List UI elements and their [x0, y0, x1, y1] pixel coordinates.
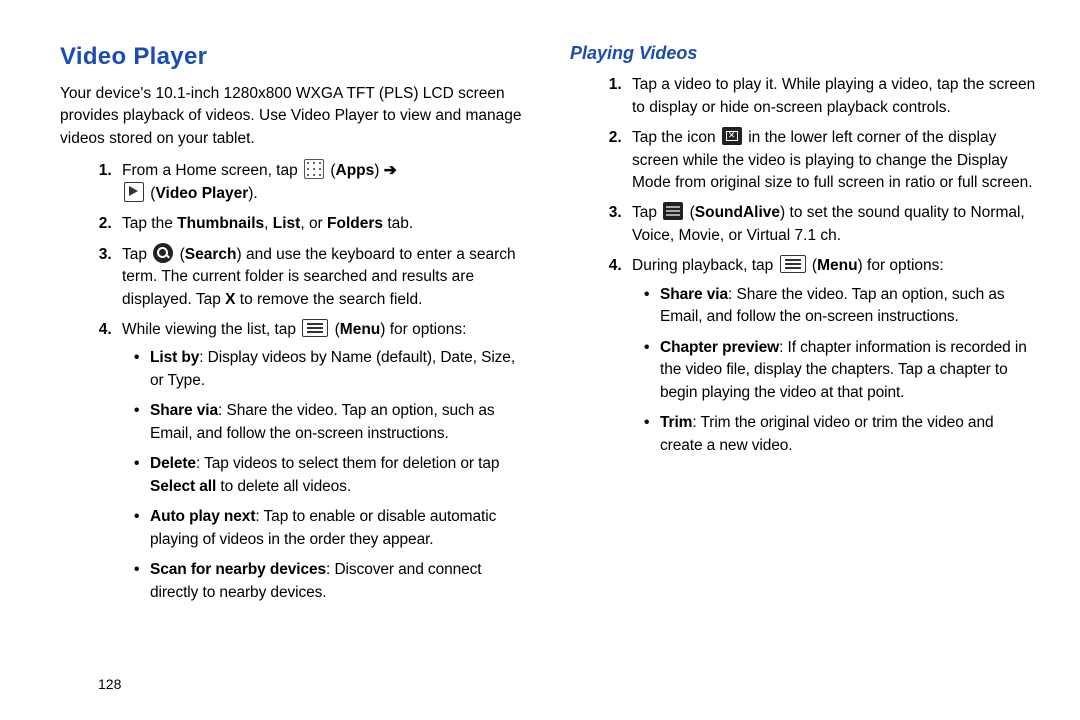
rstep-4: During playback, tap (Menu) for options:…: [626, 255, 1040, 457]
rstep-2: Tap the icon in the lower left corner of…: [626, 127, 1040, 194]
rb3a: Trim: [660, 414, 692, 431]
bullet-scan: Scan for nearby devices: Discover and co…: [138, 559, 530, 604]
display-mode-icon: [722, 127, 742, 145]
step-1: From a Home screen, tap (Apps) ➔ (Video …: [116, 160, 530, 205]
s4c: ) for options:: [380, 321, 466, 338]
s3d: to remove the search field.: [235, 291, 422, 308]
b3d: to delete all videos.: [216, 478, 351, 495]
r4c: ) for options:: [858, 257, 944, 274]
menu-icon-2: [780, 255, 806, 273]
rstep-1: Tap a video to play it. While playing a …: [626, 74, 1040, 119]
video-player-icon: [124, 182, 144, 202]
s3a: Tap: [122, 246, 151, 263]
left-steps: From a Home screen, tap (Apps) ➔ (Video …: [60, 160, 530, 604]
s2c: ,: [264, 215, 273, 232]
manual-page: Video Player Your device's 10.1-inch 128…: [0, 0, 1080, 720]
b3c: Select all: [150, 478, 216, 495]
menu-icon: [302, 319, 328, 337]
rbullet-trim: Trim: Trim the original video or trim th…: [648, 412, 1040, 457]
s4a: While viewing the list, tap: [122, 321, 300, 338]
bullet-auto-play: Auto play next: Tap to enable or disable…: [138, 506, 530, 551]
step-3: Tap (Search) and use the keyboard to ent…: [116, 244, 530, 311]
search-icon: [153, 243, 173, 263]
b3a: Delete: [150, 455, 196, 472]
menu-label: Menu: [340, 321, 380, 338]
s2e: , or: [300, 215, 327, 232]
subsection-title: Playing Videos: [570, 40, 1040, 66]
apps-icon: [304, 159, 324, 179]
right-bullets: Share via: Share the video. Tap an optio…: [632, 284, 1040, 457]
right-steps: Tap a video to play it. While playing a …: [570, 74, 1040, 457]
s2-thumb: Thumbnails: [177, 215, 264, 232]
step-2: Tap the Thumbnails, List, or Folders tab…: [116, 213, 530, 235]
x-label: X: [225, 291, 235, 308]
b1b: : Display videos by Name (default), Date…: [150, 349, 515, 388]
s2g: tab.: [383, 215, 413, 232]
right-column: Playing Videos Tap a video to play it. W…: [570, 40, 1040, 700]
r2a: Tap the icon: [632, 129, 720, 146]
bullet-delete: Delete: Tap videos to select them for de…: [138, 453, 530, 498]
step-4: While viewing the list, tap (Menu) for o…: [116, 319, 530, 604]
video-player-label: Video Player: [155, 185, 248, 202]
apps-label: Apps: [336, 162, 375, 179]
r1: Tap a video to play it. While playing a …: [632, 76, 1035, 115]
left-bullets: List by: Display videos by Name (default…: [122, 347, 530, 604]
page-number: 128: [98, 676, 121, 692]
bullet-share-via: Share via: Share the video. Tap an optio…: [138, 400, 530, 445]
r4a: During playback, tap: [632, 257, 778, 274]
rb2a: Chapter preview: [660, 339, 779, 356]
r3c: ) to set the sound quality to Normal, Vo…: [632, 204, 1025, 243]
b3b: : Tap videos to select them for deletion…: [196, 455, 499, 472]
r3a: Tap: [632, 204, 661, 221]
rb1a: Share via: [660, 286, 728, 303]
b5a: Scan for nearby devices: [150, 561, 326, 578]
left-column: Video Player Your device's 10.1-inch 128…: [60, 40, 530, 700]
step-1-text-a: From a Home screen, tap: [122, 162, 302, 179]
b1a: List by: [150, 349, 199, 366]
s2-list: List: [273, 215, 301, 232]
menu-label-2: Menu: [817, 257, 857, 274]
arrow-icon: ➔: [384, 162, 397, 179]
rb3b: : Trim the original video or trim the vi…: [660, 414, 993, 453]
b2a: Share via: [150, 402, 218, 419]
s2-folders: Folders: [327, 215, 383, 232]
rstep-3: Tap (SoundAlive) to set the sound qualit…: [626, 202, 1040, 247]
rbullet-share: Share via: Share the video. Tap an optio…: [648, 284, 1040, 329]
b4a: Auto play next: [150, 508, 255, 525]
soundalive-icon: [663, 202, 683, 220]
s2a: Tap the: [122, 215, 177, 232]
intro-paragraph: Your device's 10.1-inch 1280x800 WXGA TF…: [60, 83, 530, 150]
soundalive-label: SoundAlive: [695, 204, 780, 221]
section-title: Video Player: [60, 40, 530, 75]
bullet-list-by: List by: Display videos by Name (default…: [138, 347, 530, 392]
rbullet-chapter: Chapter preview: If chapter information …: [648, 337, 1040, 404]
search-label: Search: [185, 246, 237, 263]
